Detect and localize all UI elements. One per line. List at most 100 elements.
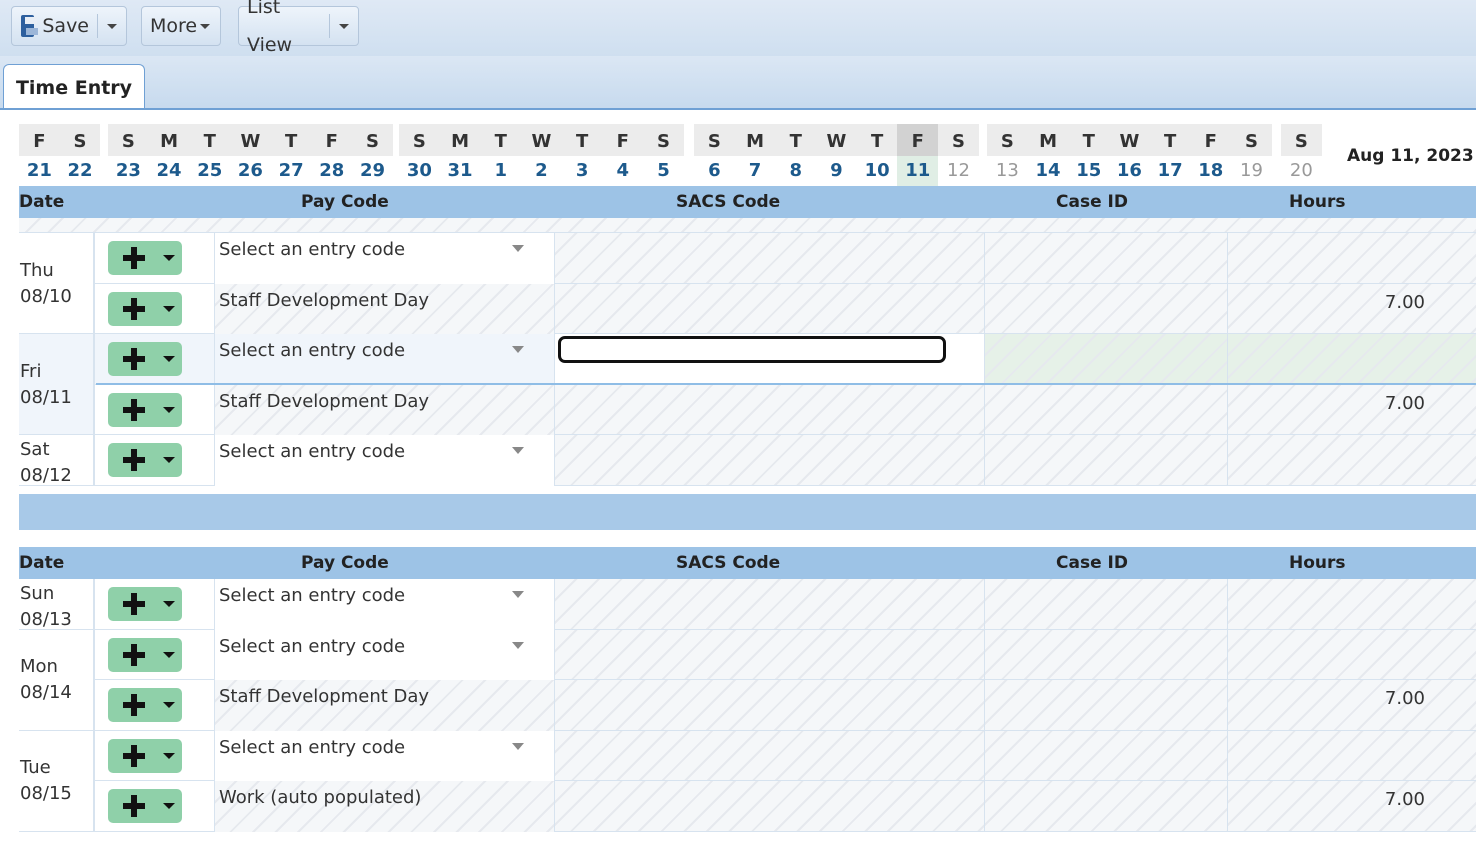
add-entry-button[interactable] (108, 789, 182, 823)
pay-code-value: Work (auto populated) (214, 781, 554, 832)
calendar-day[interactable]: M 14 (1027, 124, 1069, 186)
add-entry-button[interactable] (108, 291, 182, 326)
sacs-code-cell[interactable] (554, 579, 984, 630)
pay-code-text: Staff Development Day (219, 686, 430, 707)
calendar-day[interactable]: T1 (480, 124, 522, 186)
case-id-cell[interactable] (984, 435, 1227, 486)
calendar-day[interactable]: S 20 (1281, 124, 1322, 186)
action-dropdown[interactable] (156, 789, 182, 823)
date-cell: Sun 08/13 (19, 579, 94, 630)
sacs-code-cell[interactable] (554, 233, 984, 284)
action-dropdown[interactable] (156, 443, 182, 477)
add-entry-button[interactable] (108, 392, 182, 427)
save-label: Save (42, 15, 89, 37)
action-dropdown[interactable] (156, 688, 182, 722)
calendar-day-of-week: S (59, 124, 101, 156)
action-dropdown[interactable] (156, 241, 182, 275)
sacs-code-cell[interactable] (554, 629, 984, 680)
add-entry-button[interactable] (108, 443, 182, 477)
save-dropdown-toggle[interactable] (97, 14, 126, 38)
calendar-day[interactable]: W9 (816, 124, 857, 186)
tab-time-entry[interactable]: Time Entry (3, 64, 145, 108)
sacs-code-cell[interactable] (554, 384, 984, 435)
date-cell: Sat 08/12 (19, 435, 94, 486)
day-date: 08/14 (20, 682, 72, 703)
pay-code-select[interactable]: Select an entry code (214, 334, 554, 385)
day-of-week: Tue (20, 757, 51, 778)
sacs-code-cell[interactable] (554, 435, 984, 486)
add-entry-button[interactable] (108, 241, 182, 275)
action-dropdown[interactable] (156, 638, 182, 672)
list-view-button[interactable]: List View (238, 0, 359, 56)
calendar-day-of-week: M (1027, 124, 1069, 156)
sacs-code-cell[interactable] (554, 730, 984, 781)
calendar-day[interactable]: F 28 (311, 124, 353, 186)
calendar-day[interactable]: F 18 (1190, 124, 1232, 186)
calendar-day[interactable]: S 22 (59, 124, 101, 186)
case-id-cell[interactable] (984, 629, 1227, 680)
calendar-day[interactable]: W 16 (1109, 124, 1150, 186)
case-id-cell[interactable] (984, 334, 1227, 385)
calendar-day[interactable]: T 15 (1068, 124, 1110, 186)
add-entry-button[interactable] (108, 637, 182, 672)
case-id-cell[interactable] (984, 680, 1227, 731)
calendar-day[interactable]: F4 (602, 124, 644, 186)
calendar-day[interactable]: S 19 (1231, 124, 1272, 186)
calendar-day[interactable]: S 30 (399, 124, 440, 186)
pay-code-select[interactable]: Select an entry code (214, 579, 554, 630)
calendar-day[interactable]: T 27 (270, 124, 312, 186)
calendar-day[interactable]: F 11 (897, 124, 939, 186)
calendar-day[interactable]: S6 (694, 124, 735, 186)
calendar-day[interactable]: T8 (775, 124, 817, 186)
case-id-cell[interactable] (984, 384, 1227, 435)
action-dropdown[interactable] (156, 342, 182, 376)
action-dropdown[interactable] (156, 292, 182, 326)
calendar-day[interactable]: T 10 (856, 124, 898, 186)
calendar-day[interactable]: T 25 (189, 124, 231, 186)
column-date: Date (19, 192, 65, 212)
add-entry-button[interactable] (108, 688, 182, 722)
current-date: Aug 11, 2023 (1347, 146, 1474, 166)
action-dropdown[interactable] (156, 393, 182, 427)
pay-code-select[interactable]: Select an entry code (214, 233, 554, 284)
sacs-code-cell[interactable] (554, 680, 984, 731)
calendar-day[interactable]: S 23 (108, 124, 149, 186)
calendar-day[interactable]: W2 (521, 124, 562, 186)
add-entry-button[interactable] (108, 587, 182, 621)
pay-code-select[interactable]: Select an entry code (214, 435, 554, 486)
calendar-day[interactable]: S 13 (987, 124, 1028, 186)
calendar-day[interactable]: F 21 (19, 124, 60, 186)
add-entry-button[interactable] (108, 738, 182, 773)
hours-value (1339, 630, 1425, 638)
action-dropdown[interactable] (156, 587, 182, 621)
calendar-day[interactable]: T3 (561, 124, 603, 186)
case-id-cell[interactable] (984, 233, 1227, 284)
case-id-cell[interactable] (984, 579, 1227, 630)
list-view-dropdown-toggle[interactable] (329, 14, 358, 38)
pay-code-select[interactable]: Select an entry code (214, 730, 554, 781)
calendar-day[interactable]: W 26 (230, 124, 271, 186)
case-id-cell[interactable] (984, 781, 1227, 832)
calendar-day[interactable]: M 31 (439, 124, 481, 186)
calendar-day[interactable]: S 12 (938, 124, 979, 186)
sacs-code-input[interactable] (558, 336, 946, 363)
calendar-day[interactable]: M7 (734, 124, 776, 186)
case-id-cell[interactable] (984, 283, 1227, 334)
calendar-day[interactable]: T 17 (1149, 124, 1191, 186)
chevron-down-icon (163, 406, 175, 413)
sacs-code-cell[interactable] (554, 283, 984, 334)
sacs-code-cell[interactable] (554, 781, 984, 832)
calendar-day-of-week: T (856, 124, 898, 156)
calendar-day[interactable]: S5 (643, 124, 684, 186)
save-button[interactable]: Save (11, 6, 127, 46)
plus-icon (108, 292, 156, 326)
calendar-day[interactable]: S 29 (352, 124, 393, 186)
more-button[interactable]: More (141, 6, 221, 46)
calendar-day-of-week: T (1149, 124, 1191, 156)
pay-code-select[interactable]: Select an entry code (214, 629, 554, 680)
action-dropdown[interactable] (156, 739, 182, 773)
case-id-cell[interactable] (984, 730, 1227, 781)
add-entry-button[interactable] (108, 342, 182, 376)
day-date: 08/15 (20, 783, 72, 804)
calendar-day[interactable]: M 24 (148, 124, 190, 186)
